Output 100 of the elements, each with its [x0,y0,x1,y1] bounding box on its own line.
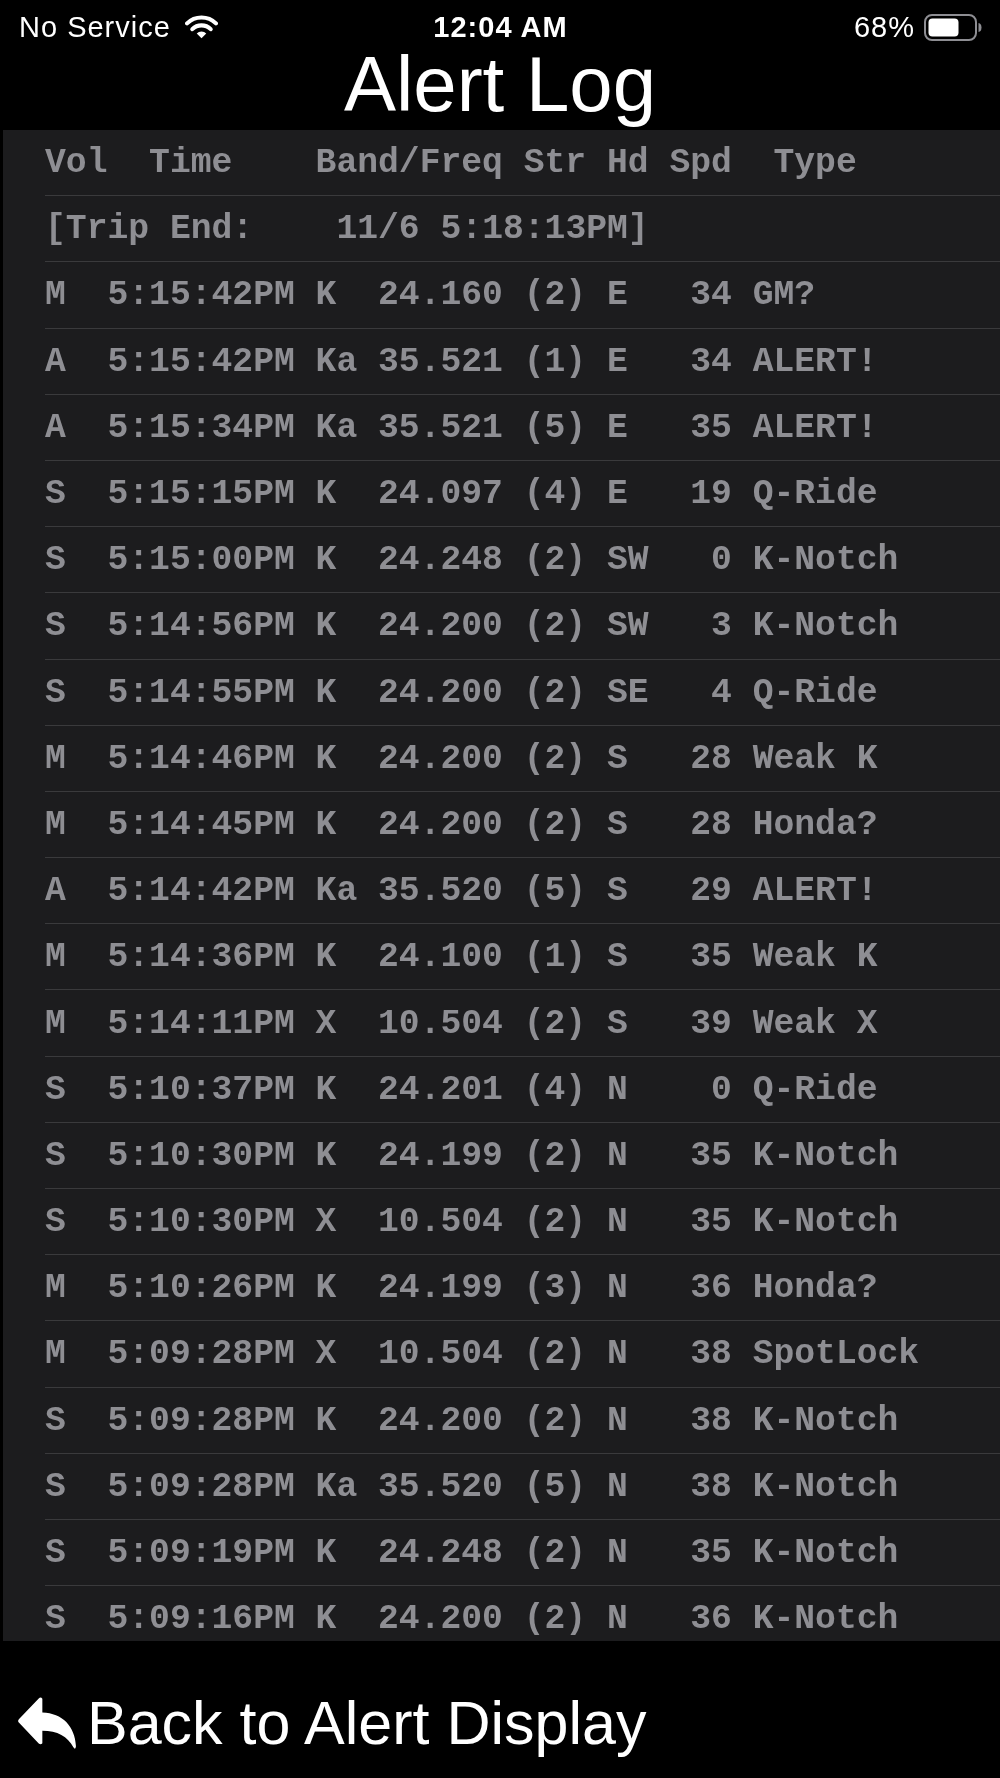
table-cell: 5:09:28PM [107,1336,295,1372]
table-cell: K [315,476,337,512]
table-cell: Ka [315,1468,358,1504]
table-cell: E [606,476,628,512]
table-cell: M [45,939,66,975]
table-cell: M [45,740,66,776]
table-cell: N [606,1204,628,1240]
table-cell: N [606,1071,628,1107]
table-cell: 38 [690,1468,732,1504]
table-cell: 5:10:30PM [107,1204,295,1240]
table-cell: S [45,1137,66,1173]
trip-end-text: [Trip End: 11/6 5:18:13PM] [45,211,649,247]
table-cell: (2) [523,806,587,842]
table-cell: SW [606,608,649,644]
table-cell: 0 [711,1071,732,1107]
table-cell: K [315,1137,337,1173]
table-cell: (3) [523,1270,587,1306]
table-cell: K-Notch [752,1204,899,1240]
table-cell: (5) [523,1468,587,1504]
table-cell: ALERT! [752,409,878,445]
table-cell: 28 [690,740,732,776]
table-cell: M [45,1336,66,1372]
table-cell: 35 [690,409,732,445]
column-header: Time [149,145,233,181]
table-cell: 5:15:15PM [107,476,295,512]
table-cell: 5:14:45PM [107,806,295,842]
table-cell: 34 [690,343,732,379]
table-cell: X [315,1204,337,1240]
table-cell: K [315,1071,337,1107]
table-cell: Honda? [752,806,878,842]
battery-icon [924,13,982,41]
table-cell: 24.200 [378,608,503,644]
table-cell: 5:14:55PM [107,674,295,710]
table-cell: Q-Ride [752,476,878,512]
table-cell: 35.521 [378,343,503,379]
table-cell: K [315,674,337,710]
table-cell: Q-Ride [752,674,878,710]
column-header: Band/Freq [315,145,503,181]
table-cell: (2) [523,277,587,313]
table-cell: K-Notch [752,542,899,578]
table-cell: 19 [690,476,732,512]
column-header: Type [773,145,857,181]
table-cell: 5:14:46PM [107,740,295,776]
table-cell: E [606,409,628,445]
table-cell: 5:14:11PM [107,1005,295,1041]
table-cell: K [315,939,337,975]
table-cell: K-Notch [752,1402,899,1438]
table-cell: (2) [523,608,587,644]
table-cell: K [315,277,337,313]
clock-text: 12:04 AM [433,10,568,45]
column-header: Str [523,145,587,181]
table-cell: 5:14:42PM [107,873,295,909]
table-cell: 24.200 [378,674,503,710]
table-cell: N [606,1402,628,1438]
table-cell: Weak K [752,939,878,975]
table-cell: (2) [523,1402,587,1438]
table-cell: 10.504 [378,1336,503,1372]
back-button[interactable]: Back to Alert Display [13,1690,651,1755]
table-cell: 24.201 [378,1071,503,1107]
table-cell: 24.160 [378,277,503,313]
column-header: Vol [45,145,108,181]
table-cell: K [315,1535,337,1571]
table-cell: 24.200 [378,1402,503,1438]
table-cell: (5) [523,409,587,445]
table-cell: A [45,343,66,379]
table-cell: K-Notch [752,1137,899,1173]
table-cell: N [606,1336,628,1372]
table-cell: A [45,409,66,445]
column-header: Hd [606,145,649,181]
table-cell: N [606,1601,628,1637]
table-cell: 5:09:28PM [107,1468,295,1504]
table-cell: Ka [315,343,358,379]
table-cell: 35 [690,1204,732,1240]
table-cell: S [45,1601,66,1637]
table-cell: (2) [523,674,587,710]
table-cell: S [45,476,66,512]
table-cell: S [606,806,628,842]
table-cell: M [45,277,66,313]
table-cell: 5:10:37PM [107,1071,295,1107]
table-cell: GM? [752,277,816,313]
table-cell: 0 [711,542,732,578]
table-cell: Q-Ride [752,1071,878,1107]
table-cell: 39 [690,1005,732,1041]
table-cell: 5:14:36PM [107,939,295,975]
table-cell: 35 [690,939,732,975]
table-cell: S [45,1071,66,1107]
table-cell: 35.520 [378,1468,503,1504]
table-cell: S [45,1468,66,1504]
table-cell: (1) [523,343,587,379]
table-cell: 10.504 [378,1204,503,1240]
table-cell: 35 [690,1535,732,1571]
table-cell: S [45,608,66,644]
wifi-icon [184,15,218,39]
table-cell: 38 [690,1402,732,1438]
table-cell: N [606,1468,628,1504]
table-cell: 5:15:34PM [107,409,295,445]
table-cell: 24.248 [378,542,503,578]
table-cell: Ka [315,873,358,909]
table-cell: (2) [523,740,587,776]
table-cell: M [45,1005,66,1041]
